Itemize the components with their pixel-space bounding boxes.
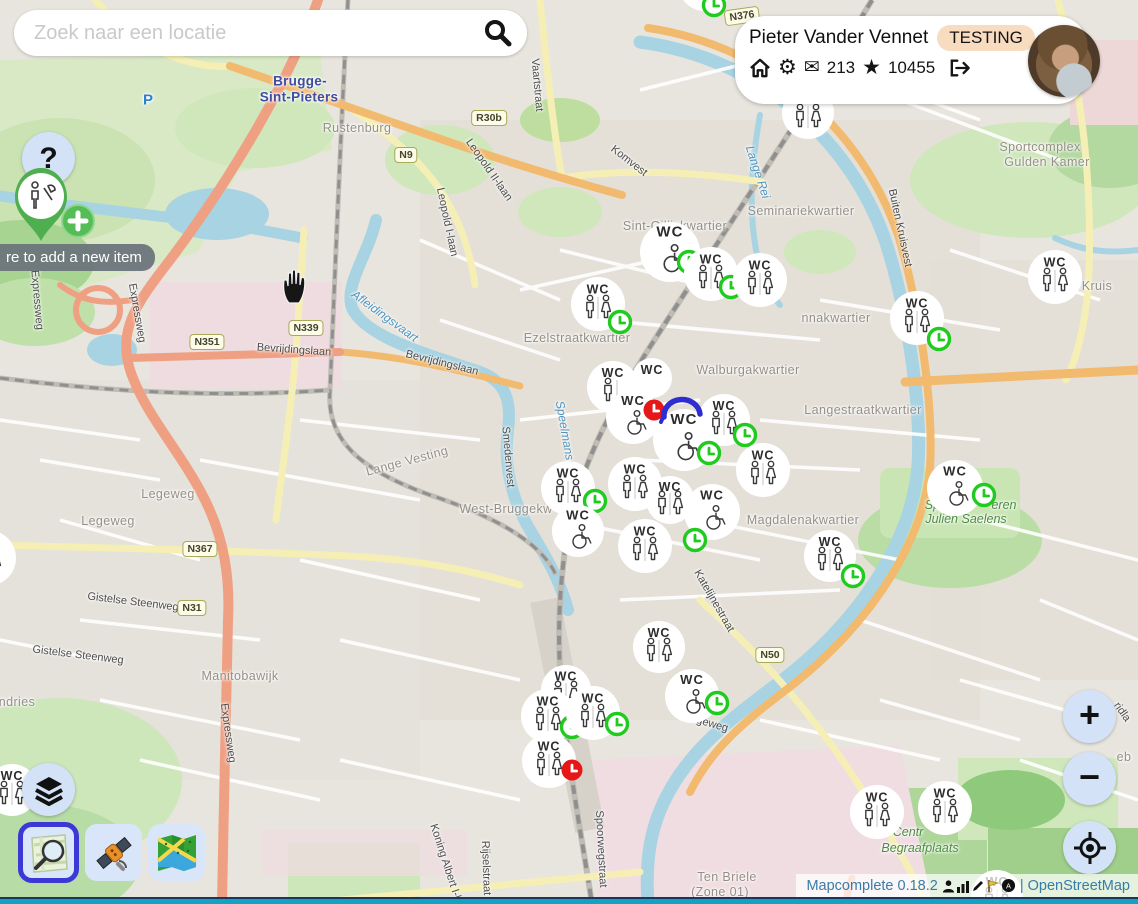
- svg-text:WC: WC: [587, 283, 610, 297]
- attribution-bar: Mapcomplete 0.18.2 A | OpenStreetMap: [796, 874, 1138, 897]
- map-markers-layer: WCWCWCWCWCWCWCWCWCWCWCWCWCWCWCWCWCWCWCWC…: [0, 0, 1138, 904]
- add-item-tooltip: re to add a new item: [0, 244, 155, 271]
- layers-button[interactable]: [22, 763, 75, 816]
- svg-text:WC: WC: [557, 467, 580, 481]
- star-icon: ★: [862, 57, 881, 78]
- settings-gear-icon[interactable]: ⚙: [778, 57, 797, 78]
- svg-text:WC: WC: [866, 791, 889, 805]
- home-icon[interactable]: [749, 58, 771, 78]
- toilet-map-marker[interactable]: WC: [602, 503, 688, 589]
- last-edit-recent-clock-badge: [610, 312, 631, 333]
- toilet-map-marker[interactable]: WC: [506, 718, 592, 804]
- messages-count: 213: [827, 58, 855, 78]
- pen-icon[interactable]: [971, 879, 985, 893]
- svg-text:WC: WC: [680, 672, 704, 687]
- changesets-count: 10455: [888, 58, 935, 78]
- theme-flag-icon[interactable]: [986, 879, 1000, 893]
- toilet-map-marker[interactable]: WC: [555, 261, 641, 347]
- search-icon[interactable]: [483, 18, 513, 48]
- svg-text:WC: WC: [700, 487, 724, 502]
- toilet-map-marker[interactable]: WC: [902, 765, 988, 851]
- last-edit-recent-clock-badge: [607, 714, 628, 735]
- map-viewport[interactable]: Brugge-Sint-PietersPRustenburgSint-Gilli…: [0, 0, 1138, 904]
- logout-icon[interactable]: [948, 58, 972, 78]
- folded-map-icon: [154, 831, 200, 875]
- osm-map-icon: [27, 831, 71, 875]
- user-name[interactable]: Pieter Vander Vennet: [749, 27, 928, 49]
- zoom-out-button[interactable]: −: [1063, 752, 1116, 805]
- add-item-pin[interactable]: [8, 158, 108, 250]
- last-edit-recent-clock-badge: [843, 566, 864, 587]
- statistics-icon[interactable]: [956, 879, 970, 893]
- user-avatar[interactable]: [1028, 25, 1100, 97]
- svg-text:WC: WC: [1044, 256, 1067, 270]
- contributors-user-icon[interactable]: [942, 879, 955, 893]
- basemap-osm-button[interactable]: [18, 822, 79, 883]
- messages-icon[interactable]: ✉: [804, 57, 820, 78]
- layers-icon: [33, 774, 65, 806]
- attribution-osm-link[interactable]: OpenStreetMap: [1028, 878, 1130, 894]
- svg-text:WC: WC: [538, 740, 561, 754]
- basemap-map-button[interactable]: [148, 824, 205, 881]
- svg-text:A: A: [1006, 881, 1011, 890]
- svg-text:WC: WC: [634, 525, 657, 539]
- search-bar[interactable]: [14, 10, 527, 56]
- last-edit-recent-clock-badge: [974, 485, 995, 506]
- last-edit-recent-clock-badge: [707, 693, 728, 714]
- toilet-map-marker[interactable]: WC: [911, 444, 999, 532]
- toilet-map-marker[interactable]: WC: [874, 275, 960, 361]
- geolocate-icon: [1073, 831, 1107, 865]
- toilet-map-marker[interactable]: WC: [1012, 234, 1098, 320]
- bottom-strip: [0, 897, 1138, 904]
- svg-text:WC: WC: [906, 297, 929, 311]
- last-edit-recent-clock-badge: [704, 0, 725, 16]
- attribution-separator: |: [1020, 878, 1024, 894]
- last-edit-old-clock-badge: [562, 760, 583, 781]
- svg-text:WC: WC: [566, 507, 590, 522]
- search-input[interactable]: [32, 21, 483, 46]
- toilet-map-marker[interactable]: WC: [0, 514, 32, 602]
- license-icon[interactable]: A: [1001, 878, 1016, 893]
- attribution-app-link[interactable]: Mapcomplete 0.18.2: [806, 878, 937, 894]
- testing-badge: TESTING: [937, 25, 1035, 51]
- toilet-map-marker[interactable]: WC: [649, 653, 735, 739]
- svg-text:WC: WC: [934, 787, 957, 801]
- svg-text:WC: WC: [752, 449, 775, 463]
- basemap-switcher: [18, 822, 205, 883]
- svg-text:WC: WC: [749, 259, 772, 273]
- svg-text:WC: WC: [582, 692, 605, 706]
- toilet-map-marker[interactable]: WC: [788, 514, 872, 598]
- basemap-satellite-button[interactable]: [85, 824, 142, 881]
- toilet-map-marker[interactable]: WC: [662, 0, 748, 27]
- satellite-icon: [92, 831, 136, 875]
- zoom-in-button[interactable]: +: [1063, 690, 1116, 743]
- zoom-in-label: +: [1079, 694, 1100, 736]
- toilet-map-marker[interactable]: WC: [717, 237, 803, 323]
- geolocate-button[interactable]: [1063, 821, 1116, 874]
- hand-cursor-icon: [281, 268, 311, 306]
- zoom-out-label: −: [1079, 756, 1100, 798]
- selected-marker-arc: [660, 396, 706, 426]
- last-edit-recent-clock-badge: [929, 329, 950, 350]
- svg-text:WC: WC: [943, 463, 967, 478]
